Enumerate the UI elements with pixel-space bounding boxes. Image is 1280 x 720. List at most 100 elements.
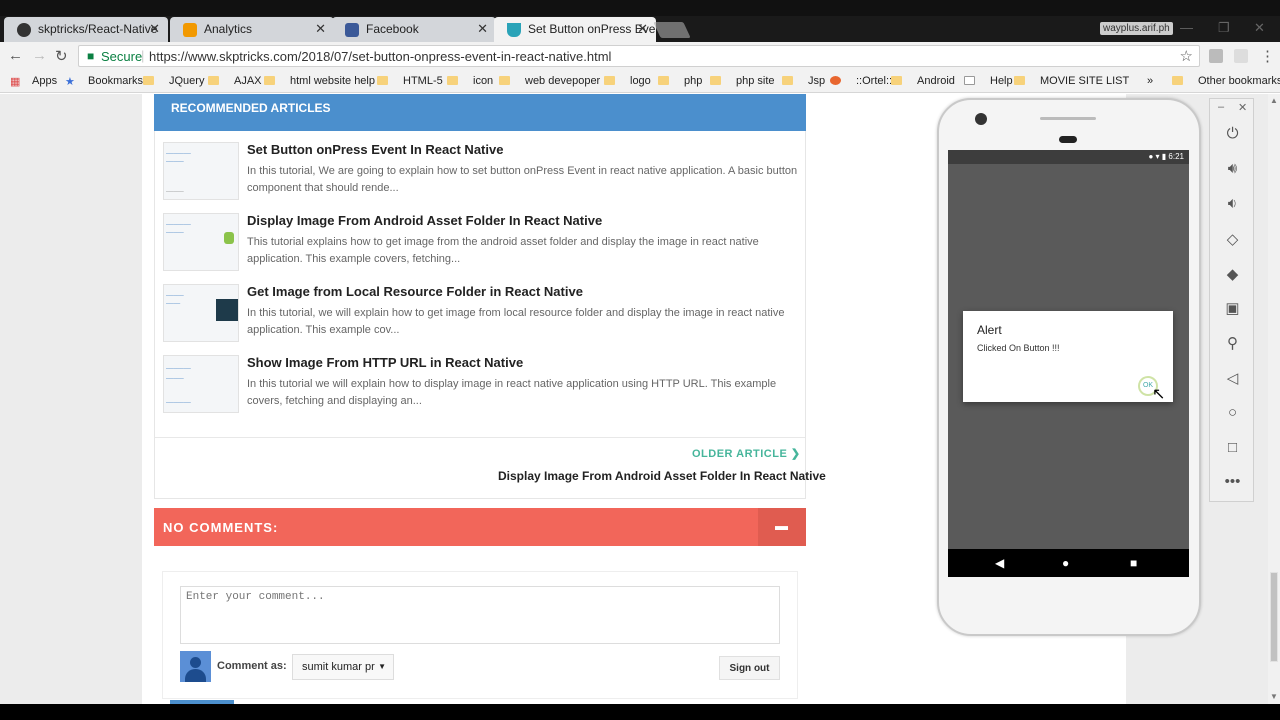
rotate-left-icon[interactable]: ◇ [1210, 230, 1255, 248]
rotate-right-icon[interactable]: ◆ [1210, 265, 1255, 283]
thumb-text: ─────── [166, 400, 191, 406]
bookmark-item[interactable]: Jsp [782, 75, 825, 87]
bookmark-item[interactable]: Help [964, 75, 1013, 87]
more-bookmarks-button[interactable]: » [1147, 75, 1153, 87]
tab-github[interactable]: skptricks/React-Native ✕ [4, 17, 168, 42]
power-icon[interactable]: ⏻ [1210, 125, 1255, 142]
bookmark-label: Jsp [808, 75, 826, 87]
scroll-up-icon[interactable]: ▲ [1270, 96, 1278, 105]
recommended-heading: RECOMMENDED ARTICLES [154, 94, 806, 131]
android-nav-bar: ◀ ● ■ [948, 549, 1189, 577]
minimize-icon[interactable]: – [1218, 101, 1224, 113]
minimize-icon[interactable]: — [1180, 20, 1193, 35]
tab-facebook[interactable]: Facebook ✕ [332, 17, 496, 42]
comment-input[interactable] [180, 586, 780, 644]
page-scrollbar[interactable]: ▲ ▼ [1268, 94, 1280, 704]
older-article-title[interactable]: Display Image From Android Asset Folder … [498, 469, 826, 483]
back-icon[interactable]: ← [8, 47, 23, 64]
article-title[interactable]: Show Image From HTTP URL in React Native [247, 355, 523, 370]
folder-icon [143, 76, 154, 85]
article-thumbnail[interactable]: ─────── ───── [163, 213, 239, 271]
bookmark-item[interactable]: icon [447, 75, 493, 87]
close-icon[interactable]: ✕ [637, 21, 648, 37]
extension-icon[interactable] [1234, 49, 1248, 63]
article-thumbnail[interactable]: ───── ──── [163, 284, 239, 342]
account-value: sumit kumar pr [302, 661, 375, 673]
tab-active[interactable]: Set Button onPress Event ✕ [494, 17, 656, 42]
other-bookmarks[interactable]: Other bookmarks [1172, 75, 1280, 87]
alert-message: Clicked On Button !!! [977, 343, 1060, 353]
title-bar [0, 0, 1280, 16]
bookmark-star-icon[interactable]: ☆ [1180, 47, 1193, 65]
bookmark-item[interactable]: AJAX [208, 75, 262, 87]
android-back-icon[interactable]: ◀ [995, 556, 1004, 570]
account-select[interactable]: sumit kumar pr ▼ [292, 654, 394, 680]
bookmark-item[interactable]: MOVIE SITE LIST [1014, 75, 1129, 87]
more-icon[interactable]: ••• [1210, 473, 1255, 490]
analytics-icon [183, 23, 197, 37]
bookmark-item[interactable]: web devepoper [499, 75, 600, 87]
article-title[interactable]: Get Image from Local Resource Folder in … [247, 284, 583, 299]
android-recents-icon[interactable]: ■ [1130, 556, 1137, 570]
folder-icon [1014, 76, 1025, 85]
maximize-icon[interactable]: ❐ [1218, 20, 1230, 36]
android-icon [224, 232, 234, 244]
older-article-link[interactable]: OLDER ARTICLE ❯ [692, 447, 801, 460]
bookmark-item[interactable]: HTML-5 [377, 75, 443, 87]
bookmark-label: Android [917, 75, 955, 87]
reload-icon[interactable]: ↻ [55, 47, 68, 65]
scroll-thumb[interactable] [1270, 572, 1278, 662]
close-icon[interactable]: ✕ [149, 21, 160, 37]
volume-down-icon[interactable]: 🔉︎ [1210, 195, 1255, 212]
article-thumbnail[interactable]: ─────── ───── ───── [163, 142, 239, 200]
tab-strip: skptricks/React-Native ✕ Analytics ✕ Fac… [0, 0, 1280, 42]
sign-out-button[interactable]: Sign out [719, 656, 780, 680]
forward-icon[interactable]: → [32, 47, 47, 64]
folder-icon [782, 76, 793, 85]
profile-badge[interactable]: wayplus.arif.ph [1100, 22, 1173, 35]
comments-header: NO COMMENTS: ▬ [154, 508, 806, 546]
bookmark-item[interactable]: ::Ortel:: [830, 75, 892, 87]
bookmark-item[interactable]: php site [710, 75, 775, 87]
close-icon[interactable]: ✕ [1238, 101, 1247, 114]
menu-icon[interactable]: ⋮ [1260, 47, 1275, 65]
article-thumbnail[interactable]: ─────── ───── ─────── [163, 355, 239, 413]
apps-icon[interactable]: ▦ [10, 75, 20, 88]
chevron-right-icon: ❯ [790, 448, 801, 460]
close-icon[interactable]: ✕ [477, 21, 488, 37]
android-home-icon[interactable]: ● [1062, 556, 1069, 570]
article-title[interactable]: Set Button onPress Event In React Native [247, 142, 503, 157]
github-icon [17, 23, 31, 37]
bookmark-item[interactable]: html website help [264, 75, 375, 87]
bookmark-item[interactable]: Bookmarks [88, 75, 143, 87]
overview-icon[interactable]: □ [1210, 439, 1255, 456]
address-bar[interactable]: ■ Secure | https://www.skptricks.com/201… [78, 45, 1200, 67]
bookmark-item[interactable]: JQuery [143, 75, 204, 87]
back-icon[interactable]: ◁ [1210, 369, 1255, 387]
bookmark-item[interactable]: Android [891, 75, 955, 87]
home-icon[interactable]: ○ [1210, 404, 1255, 421]
extension-icon[interactable] [1209, 49, 1223, 63]
folder-icon [891, 76, 902, 85]
bookmark-label: MOVIE SITE LIST [1040, 75, 1130, 87]
bookmark-item[interactable]: logo [604, 75, 651, 87]
bookmark-apps[interactable]: Apps [32, 75, 57, 87]
new-tab-button[interactable] [653, 22, 691, 38]
article-title[interactable]: Display Image From Android Asset Folder … [247, 213, 602, 228]
close-icon[interactable]: ✕ [315, 21, 326, 37]
url-text[interactable]: https://www.skptricks.com/2018/07/set-bu… [149, 49, 611, 64]
lock-icon: ■ [87, 49, 95, 63]
volume-up-icon[interactable]: 🔊︎ [1210, 160, 1255, 177]
bookmark-item[interactable]: php [658, 75, 702, 87]
avatar-body [185, 669, 206, 682]
window-close-icon[interactable]: ✕ [1254, 20, 1265, 36]
earpiece [1059, 136, 1077, 143]
bookmark-label: ::Ortel:: [856, 75, 893, 87]
bookmark-label: AJAX [234, 75, 262, 87]
screenshot-icon[interactable]: ▣ [1210, 299, 1255, 317]
scroll-down-icon[interactable]: ▼ [1270, 692, 1278, 701]
bookmark-label: php site [736, 75, 775, 87]
tab-analytics[interactable]: Analytics ✕ [170, 17, 334, 42]
zoom-icon[interactable]: ⚲ [1210, 334, 1255, 352]
bookmark-label: php [684, 75, 703, 87]
